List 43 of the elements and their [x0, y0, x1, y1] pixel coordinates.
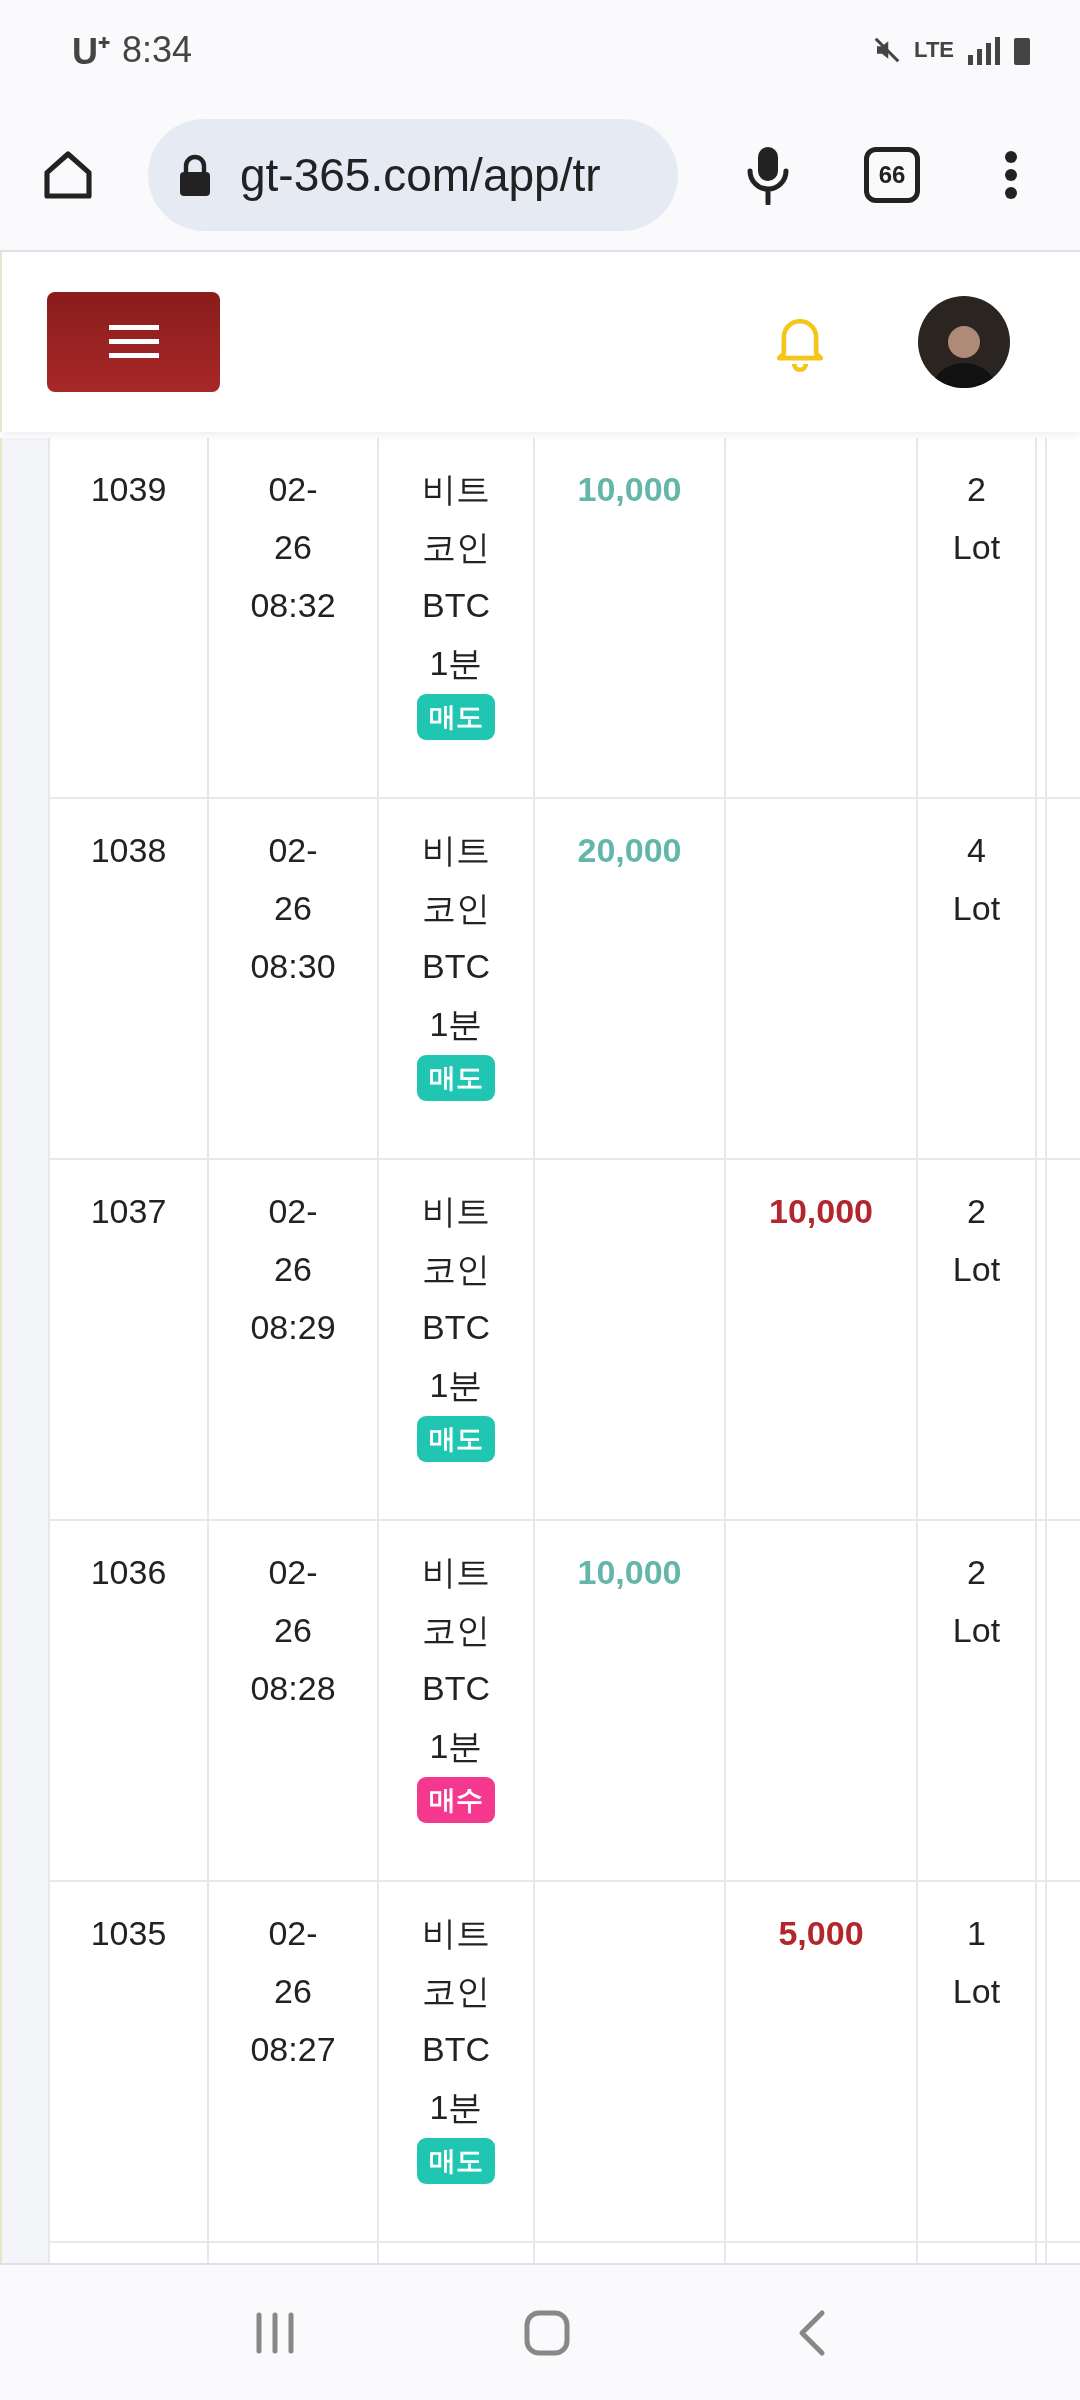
table-cell-text: 10,000	[769, 1191, 873, 1232]
table-cell-text: 5,000	[778, 1913, 864, 1954]
menu-button[interactable]	[47, 292, 220, 392]
table-cell-text: 4 Lot	[952, 830, 1001, 929]
trade-side-badge: 매도	[417, 694, 495, 740]
trade-side-badge: 매수	[417, 1777, 495, 1823]
battery-icon	[1012, 35, 1032, 65]
trade-side-badge: 매도	[417, 1055, 495, 1101]
table-cell-text: 1037	[90, 1191, 167, 1232]
address-bar[interactable]: gt-365.com/app/tr	[148, 119, 678, 231]
microphone-icon[interactable]	[746, 145, 790, 205]
table-cell-text: 20,000	[577, 830, 682, 871]
trade-side-badge: 매도	[417, 1416, 495, 1462]
table-cell-text: 1 Lot	[952, 1913, 1001, 2012]
table-cell-text: 02- 26 08:27	[250, 1913, 336, 2070]
back-icon[interactable]	[797, 2308, 827, 2357]
table-cell-text: 02- 26 08:30	[250, 830, 336, 987]
table-cell-text: 1039	[90, 469, 167, 510]
clock-time: 8:34	[122, 29, 193, 71]
table-cell-text: 비트 코인 BTC 1분	[422, 830, 490, 1045]
network-label: LTE	[914, 39, 954, 61]
table-cell-text: 02- 26 08:28	[250, 1552, 336, 1709]
table-cell-text: 02- 26 08:29	[250, 1191, 336, 1348]
table-cell-text: 비트 코인 BTC 1분	[422, 1552, 490, 1767]
trade-side-badge: 매도	[417, 2138, 495, 2184]
lock-icon	[178, 154, 212, 196]
menu-icon[interactable]	[1004, 150, 1018, 200]
table-cell-text: 1036	[90, 1552, 167, 1593]
carrier-label: U⁺	[72, 29, 110, 74]
table-cell-text: 10,000	[577, 1552, 682, 1593]
table-cell-text: 1035	[90, 1913, 167, 1954]
table-cell-text: 2 Lot	[952, 1191, 1001, 1290]
table-cell-text: 비트 코인 BTC 1분	[422, 1191, 490, 1406]
table-cell-text: 비트 코인 BTC 1분	[422, 469, 490, 684]
table-cell-text: 02- 26 08:32	[250, 469, 336, 626]
table-cell-text: 2 Lot	[952, 469, 1001, 568]
table-cell-text: 비트 코인 BTC 1분	[422, 1913, 490, 2128]
menu-icon	[108, 325, 159, 359]
table-cell-text: 2 Lot	[952, 1552, 1001, 1651]
signal-icon	[966, 35, 1000, 65]
tabs-button[interactable]: 66	[864, 147, 920, 203]
table-cell-text: 1038	[90, 830, 167, 871]
table-cell-text: 10,000	[577, 469, 682, 510]
